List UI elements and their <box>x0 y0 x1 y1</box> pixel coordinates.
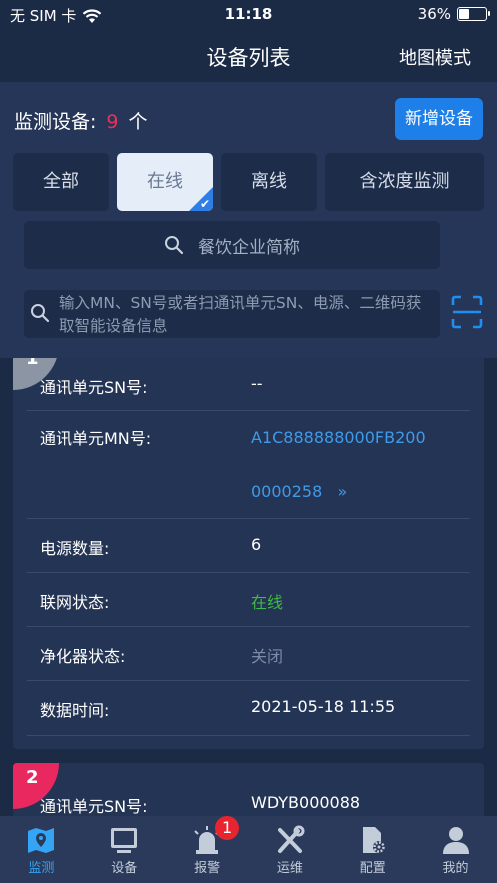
scan-icon[interactable] <box>451 295 483 329</box>
config-gear-icon <box>362 827 385 853</box>
row-data-time: 数据时间: 2021-05-18 11:55 <box>27 681 470 736</box>
tabbar-item-monitor[interactable]: 监测 <box>0 816 83 883</box>
battery-percent: 36% <box>417 5 451 23</box>
row-value: 6 <box>251 535 262 554</box>
tabbar-item-device[interactable]: 设备 <box>83 816 166 883</box>
device-count-label: 监测设备: <box>14 111 97 133</box>
row-sn: 通讯单元SN号: WDYB000088 <box>27 763 470 816</box>
user-icon <box>442 827 469 854</box>
tab-concentration[interactable]: 含浓度监测 <box>325 153 484 211</box>
device-card[interactable]: 1 通讯单元SN号: -- 通讯单元MN号: A1C888888000FB200… <box>13 358 484 749</box>
device-search-input[interactable]: 输入MN、SN号或者扫通讯单元SN、电源、二维码获取智能设备信息 <box>24 290 440 338</box>
tab-all[interactable]: 全部 <box>13 153 109 211</box>
device-list[interactable]: 1 通讯单元SN号: -- 通讯单元MN号: A1C888888000FB200… <box>0 358 497 816</box>
row-purifier-status: 净化器状态: 关闭 <box>27 627 470 681</box>
tabbar-item-config[interactable]: 配置 <box>331 816 414 883</box>
tabbar-item-maintenance[interactable]: 运维 <box>248 816 331 883</box>
tabbar-item-alarm[interactable]: 1 报警 <box>166 816 249 883</box>
tab-all-label: 全部 <box>43 171 79 192</box>
tab-offline-label: 离线 <box>251 171 287 192</box>
row-mn[interactable]: 通讯单元MN号: A1C888888000FB200 0000258 » <box>27 411 470 519</box>
search-icon <box>165 236 184 255</box>
device-search-placeholder: 输入MN、SN号或者扫通讯单元SN、电源、二维码获取智能设备信息 <box>59 294 422 335</box>
chevron-double-right-icon: » <box>337 482 348 501</box>
status-bar: 无 SIM 卡 11:18 36% <box>0 0 497 30</box>
device-count-unit: 个 <box>128 111 148 133</box>
tab-online-label: 在线 <box>147 171 183 192</box>
mn-link-text: 0000258 <box>251 482 323 501</box>
row-value: WDYB000088 <box>251 793 361 812</box>
row-label: 通讯单元MN号: <box>40 429 152 448</box>
battery-fill <box>459 9 470 19</box>
tab-concentration-label: 含浓度监测 <box>359 171 450 192</box>
tabbar-label: 报警 <box>194 861 221 876</box>
tabbar-item-mine[interactable]: 我的 <box>414 816 497 883</box>
row-label: 净化器状态: <box>40 647 126 666</box>
row-sn: 通讯单元SN号: -- <box>27 358 470 411</box>
tools-icon <box>277 825 305 853</box>
tabbar-label: 我的 <box>442 861 469 876</box>
company-search-input[interactable]: 餐饮企业简称 <box>24 221 440 269</box>
company-search-placeholder: 餐饮企业简称 <box>198 237 300 258</box>
tabbar-label: 监测 <box>28 861 55 876</box>
map-pin-icon <box>28 828 55 853</box>
row-power-count: 电源数量: 6 <box>27 519 470 573</box>
purifier-status-value: 关闭 <box>251 647 284 666</box>
monitor-icon <box>111 828 138 853</box>
tab-offline[interactable]: 离线 <box>221 153 317 211</box>
check-icon: ✔ <box>199 197 210 211</box>
row-network-status: 联网状态: 在线 <box>27 573 470 627</box>
bottom-tab-bar: 监测 设备 1 报警 运维 配置 我的 <box>0 816 497 883</box>
search-icon <box>31 304 50 323</box>
row-value: -- <box>251 374 263 393</box>
mn-link-line1[interactable]: A1C888888000FB200 <box>251 411 426 465</box>
battery-icon <box>457 7 490 21</box>
tabbar-label: 运维 <box>276 861 303 876</box>
row-label: 通讯单元SN号: <box>40 378 148 397</box>
row-label: 电源数量: <box>40 539 110 558</box>
filter-panel: 监测设备: 9 个 新增设备 全部 在线 ✔ 离线 含浓度监测 餐饮企业简称 输… <box>0 82 497 358</box>
filter-tabs: 全部 在线 ✔ 离线 含浓度监测 <box>13 153 484 211</box>
tabbar-label: 设备 <box>111 861 138 876</box>
device-count: 监测设备: 9 个 <box>14 107 148 134</box>
device-card[interactable]: 2 通讯单元SN号: WDYB000088 <box>13 763 484 816</box>
status-right: 36% <box>417 5 490 23</box>
add-device-button[interactable]: 新增设备 <box>395 98 483 140</box>
nav-bar: 设备列表 地图模式 <box>0 30 497 82</box>
tabbar-label: 配置 <box>359 861 386 876</box>
status-badge: 在线 <box>251 593 284 612</box>
alarm-count-badge: 1 <box>215 816 240 840</box>
tab-online[interactable]: 在线 ✔ <box>117 153 213 211</box>
mn-link-line2[interactable]: 0000258 » <box>251 465 347 519</box>
device-count-number: 9 <box>106 111 119 133</box>
row-label: 数据时间: <box>40 701 110 720</box>
map-mode-button[interactable]: 地图模式 <box>399 44 471 70</box>
row-value: 2021-05-18 11:55 <box>251 697 396 716</box>
row-label: 通讯单元SN号: <box>40 797 148 816</box>
row-label: 联网状态: <box>40 593 110 612</box>
